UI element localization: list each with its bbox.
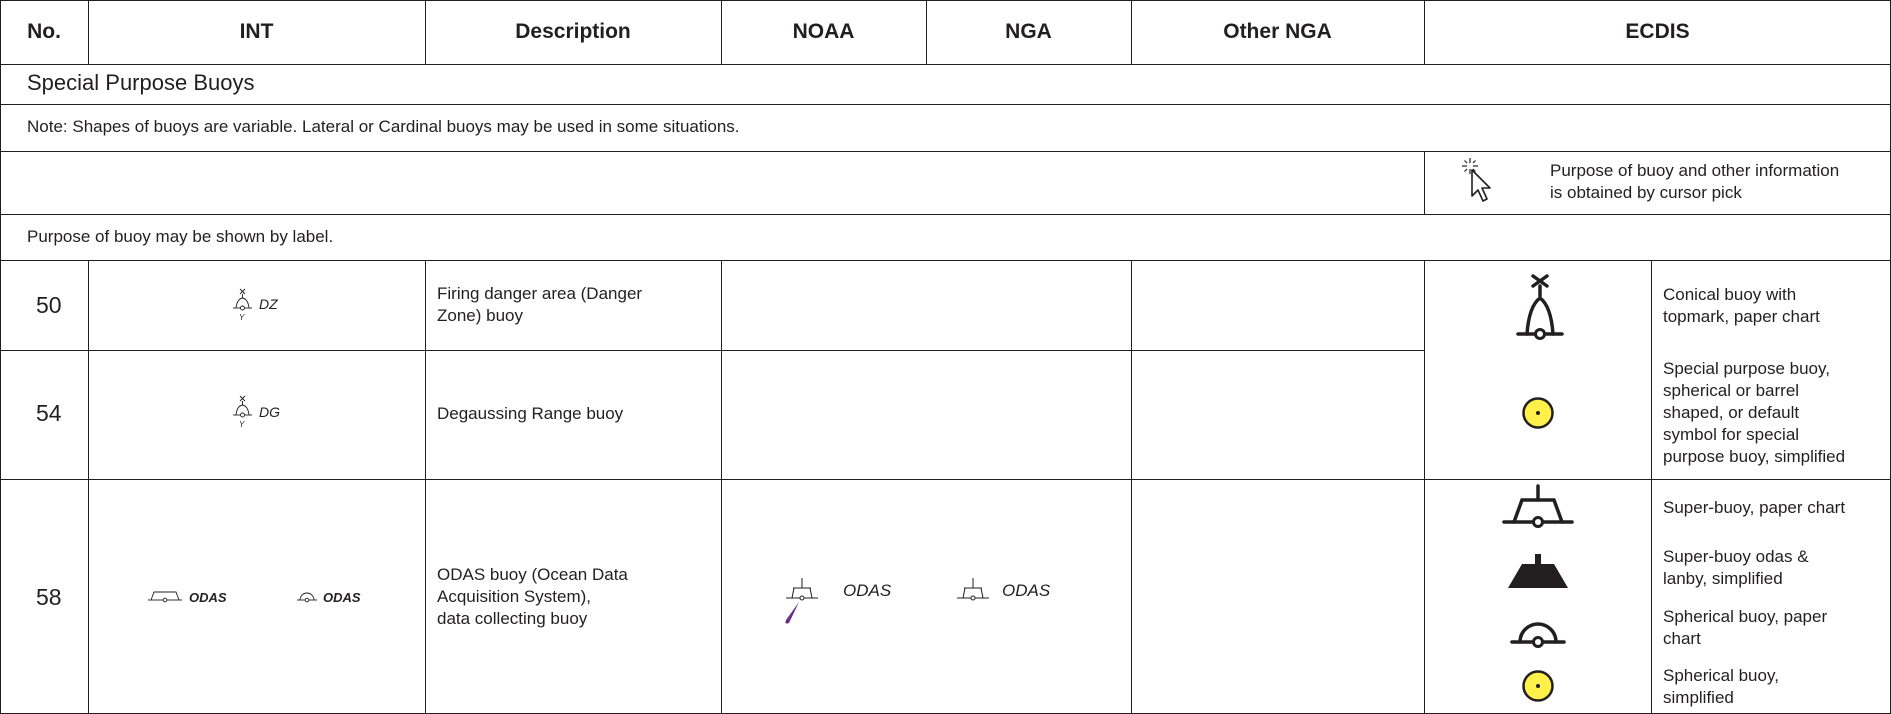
- spherical-buoy-icon: [297, 592, 317, 603]
- rule-note-bottom: [0, 151, 1891, 152]
- header-int: INT: [239, 20, 274, 43]
- rule-left: [0, 0, 1, 714]
- col-rule: [425, 260, 426, 714]
- row-58-int-label-1: ODAS: [189, 590, 227, 605]
- svg-text:Y: Y: [239, 313, 245, 322]
- ecdis-pick-text-line2: is obtained by cursor pick: [1550, 183, 1742, 202]
- col-rule: [1651, 260, 1652, 714]
- col-rule: [1424, 151, 1425, 214]
- rule-label-note-bottom: [0, 260, 1891, 261]
- ecdis-sym6-text-line2: simplified: [1663, 688, 1734, 707]
- ecdis-sym2-text-line5: purpose buoy, simplified: [1663, 447, 1846, 466]
- super-buoy-odas-simplified-icon: [1508, 554, 1568, 588]
- cursor-pick-icon: [1462, 158, 1491, 202]
- col-rule: [721, 260, 722, 714]
- header-description: Description: [515, 20, 631, 43]
- col-rule: [1131, 260, 1132, 714]
- noaa-odas-label: ODAS: [843, 581, 892, 600]
- row-58-description-line1: ODAS buoy (Ocean Data: [437, 565, 628, 584]
- row-54-no: 54: [36, 400, 62, 426]
- rule-row50-bottom: [0, 350, 1424, 351]
- col-rule: [88, 260, 89, 714]
- nga-odas-label: ODAS: [1002, 581, 1051, 600]
- spherical-buoy-paper-chart-icon: [1510, 622, 1566, 648]
- section-note: Note: Shapes of buoys are variable. Late…: [27, 117, 740, 136]
- ecdis-sym4-text-line2: lanby, simplified: [1663, 569, 1783, 588]
- spherical-buoy-simplified-icon: [1522, 670, 1554, 702]
- row-50-int-label: DZ: [259, 296, 278, 312]
- ecdis-sym6-text-line1: Spherical buoy,: [1663, 666, 1779, 685]
- header-nga: NGA: [1005, 20, 1052, 43]
- row-54-description-line1: Degaussing Range buoy: [437, 404, 624, 423]
- ecdis-sym5-text-line2: chart: [1663, 629, 1701, 648]
- row-58-description-line2: Acquisition System),: [437, 587, 591, 606]
- ecdis-sym5-text-line1: Spherical buoy, paper: [1663, 607, 1828, 626]
- ecdis-sym4-text-line1: Super-buoy odas &: [1663, 547, 1809, 566]
- header-ecdis: ECDIS: [1625, 20, 1690, 43]
- row-50-description-line1: Firing danger area (Danger: [437, 284, 643, 303]
- row-54-int-label: DG: [259, 404, 280, 420]
- row-50-description-line2: Zone) buoy: [437, 306, 523, 325]
- row-58-no: 58: [36, 584, 62, 610]
- label-note: Purpose of buoy may be shown by label.: [27, 227, 334, 246]
- ecdis-pick-text-line1: Purpose of buoy and other information: [1550, 161, 1840, 180]
- conical-buoy-topmark-icon: [1516, 274, 1564, 340]
- ecdis-sym2-text-line2: spherical or barrel: [1663, 381, 1800, 400]
- ecdis-sym3-text-line1: Super-buoy, paper chart: [1663, 498, 1846, 517]
- ecdis-sym1-text-line2: topmark, paper chart: [1663, 307, 1820, 326]
- header-other-nga: Other NGA: [1223, 20, 1332, 43]
- conical-buoy-topmark-icon: Y: [233, 288, 252, 322]
- row-50-no: 50: [36, 292, 62, 318]
- row-58-description-line3: data collecting buoy: [437, 609, 588, 628]
- svg-text:Y: Y: [239, 420, 245, 429]
- rule-header-bottom: [0, 64, 1891, 65]
- ecdis-sym2-text-line1: Special purpose buoy,: [1663, 359, 1830, 378]
- rule-pick-bottom: [0, 214, 1891, 215]
- special-purpose-buoy-simplified-icon: [1522, 397, 1554, 429]
- super-buoy-paper-chart-icon: [1502, 484, 1574, 528]
- header-noaa: NOAA: [792, 20, 855, 43]
- rule-row54-bottom: [0, 479, 1891, 480]
- ecdis-sym2-text-line3: shaped, or default: [1663, 403, 1800, 422]
- ecdis-sym2-text-line4: symbol for special: [1663, 425, 1800, 444]
- section-title: Special Purpose Buoys: [27, 70, 255, 95]
- super-buoy-icon: [148, 591, 182, 603]
- header-no: No.: [27, 20, 61, 43]
- row-58-int-label-2: ODAS: [323, 590, 361, 605]
- super-buoy-icon: [957, 578, 989, 601]
- col-rule: [1424, 260, 1425, 714]
- conical-buoy-topmark-icon: Y: [233, 395, 252, 429]
- lighted-super-buoy-icon: [785, 578, 818, 624]
- rule-section-bottom: [0, 104, 1891, 105]
- ecdis-sym1-text-line1: Conical buoy with: [1663, 285, 1797, 304]
